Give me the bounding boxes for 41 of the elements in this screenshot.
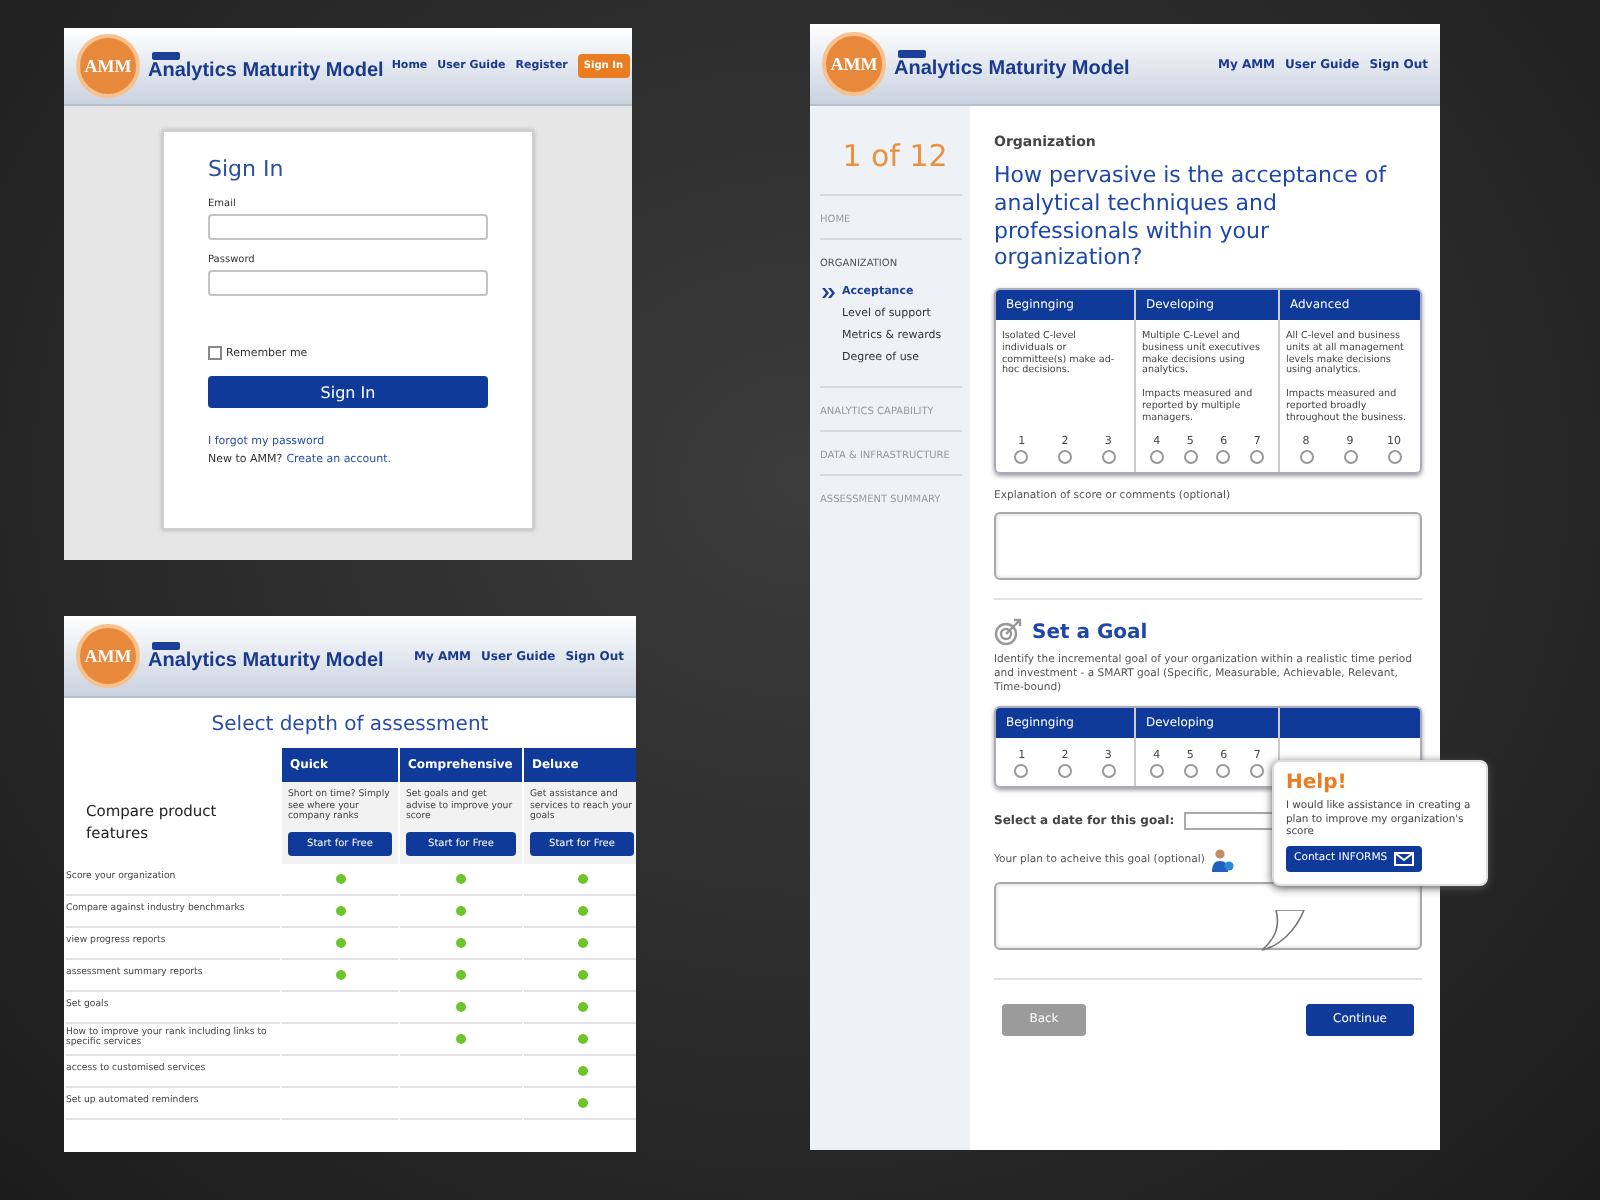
logo: AMM xyxy=(76,34,140,98)
goal-title: Set a Goal xyxy=(1032,621,1148,644)
score-radio[interactable] xyxy=(1216,763,1231,778)
speech-tail xyxy=(1260,910,1308,954)
app-title: Analytics Maturity Model xyxy=(894,57,1130,79)
app-title: Analytics Maturity Model xyxy=(148,649,384,671)
score-radio[interactable] xyxy=(1149,450,1164,465)
level-header xyxy=(1280,707,1420,738)
target-icon xyxy=(994,618,1022,647)
input-field[interactable] xyxy=(208,214,488,240)
logo: AMM xyxy=(76,624,140,688)
logo: AMM xyxy=(822,32,886,96)
page-title: Select depth of assessment xyxy=(209,714,491,736)
comment-field[interactable] xyxy=(994,512,1422,581)
score-radio[interactable] xyxy=(1343,450,1357,465)
question-text: How pervasive is the acceptance of analytical techniques and professionals within your organization? xyxy=(994,162,1389,272)
score-radio[interactable] xyxy=(1101,450,1116,465)
score-radio[interactable] xyxy=(1183,450,1198,465)
score-radio[interactable] xyxy=(1057,763,1072,778)
score-radio[interactable] xyxy=(1250,450,1265,465)
score-radio[interactable] xyxy=(1014,450,1029,465)
score-radio[interactable] xyxy=(1216,450,1231,465)
score-radio[interactable] xyxy=(1299,450,1313,465)
score-radio[interactable] xyxy=(1057,450,1072,465)
score-radio[interactable] xyxy=(1250,763,1265,778)
input-field[interactable] xyxy=(208,270,488,296)
chevron-icon xyxy=(822,288,836,298)
plan-field[interactable] xyxy=(994,881,1422,950)
checkbox[interactable] xyxy=(208,346,222,360)
score-radio[interactable] xyxy=(1014,763,1029,778)
progress-counter: 1 of 12 xyxy=(840,136,950,178)
app-title: Analytics Maturity Model xyxy=(148,59,384,81)
score-radio[interactable] xyxy=(1149,763,1164,778)
person-icon xyxy=(1210,847,1235,872)
score-radio[interactable] xyxy=(1183,763,1198,778)
card-title: Sign In xyxy=(208,156,286,182)
help-title: Help! xyxy=(1286,772,1349,794)
envelope-icon xyxy=(1393,851,1414,865)
sign-in-button[interactable]: Sign In xyxy=(208,376,488,408)
score-radio[interactable] xyxy=(1101,763,1116,778)
score-radio[interactable] xyxy=(1387,450,1401,465)
